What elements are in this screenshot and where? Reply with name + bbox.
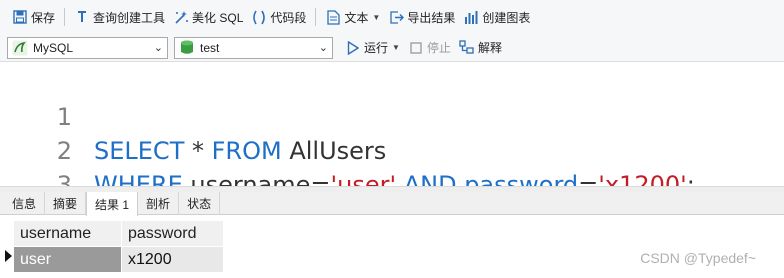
database-icon xyxy=(179,40,195,56)
tab-profile[interactable]: 剖析 xyxy=(138,192,180,215)
beautify-sql-button[interactable]: 美化 SQL xyxy=(169,5,247,29)
editor-line: 1 SELECT * FROM AllUsers xyxy=(0,66,784,165)
toolbar-divider xyxy=(64,8,66,26)
code-snippet-label: 代码段 xyxy=(270,10,307,25)
save-label: 保存 xyxy=(31,10,56,25)
chevron-down-icon: ⌄ xyxy=(318,41,328,54)
table-cell-password[interactable]: x1200 xyxy=(122,247,224,272)
chevron-down-icon: ▼ xyxy=(392,43,400,52)
column-header-password[interactable]: password xyxy=(122,221,224,246)
explain-label: 解释 xyxy=(477,41,502,55)
beautify-sql-label: 美化 SQL xyxy=(192,10,244,25)
export-icon xyxy=(388,9,404,25)
editor-line: 2 WHERE username='user' AND password='x1… xyxy=(0,100,784,199)
chevron-down-icon: ⌄ xyxy=(153,41,163,54)
sql-editor[interactable]: 1 SELECT * FROM AllUsers 2 WHERE usernam… xyxy=(0,63,784,199)
watermark: CSDN @Typedef~ xyxy=(640,250,756,266)
toolbar-divider xyxy=(315,8,317,26)
code-snippet-button[interactable]: 代码段 xyxy=(247,5,310,29)
stop-button[interactable]: 停止 xyxy=(404,39,455,56)
run-button[interactable]: 运行 ▼ xyxy=(341,39,404,56)
table-cell-username[interactable]: user xyxy=(14,247,122,272)
connection-select[interactable]: MySQL ⌄ xyxy=(7,36,168,59)
run-label: 运行 xyxy=(364,41,389,55)
document-icon xyxy=(325,9,341,25)
chart-icon xyxy=(463,9,479,25)
text-button[interactable]: 文本 ▼ xyxy=(321,5,384,29)
export-results-label: 导出结果 xyxy=(407,10,456,25)
stop-icon xyxy=(408,40,424,56)
query-builder-icon xyxy=(74,9,90,25)
text-label: 文本 xyxy=(344,10,369,25)
export-results-button[interactable]: 导出结果 xyxy=(384,5,459,29)
column-header-username[interactable]: username xyxy=(14,221,122,246)
tab-status[interactable]: 状态 xyxy=(179,192,221,215)
result-tabs: 信息 摘要 结果 1 剖析 状态 xyxy=(0,192,784,216)
explain-button[interactable]: 解释 xyxy=(455,39,506,56)
save-button[interactable]: 保存 xyxy=(8,5,59,29)
tab-summary[interactable]: 摘要 xyxy=(45,192,87,215)
connection-toolbar: MySQL ⌄ test ⌄ 运行 ▼ 停止 解释 xyxy=(0,34,784,62)
magic-wand-icon xyxy=(173,9,189,25)
database-value: test xyxy=(200,40,220,55)
main-toolbar: 保存 查询创建工具 美化 SQL 代码段 文本 ▼ 导出结果 创建图表 xyxy=(0,0,784,34)
tab-result-1[interactable]: 结果 1 xyxy=(86,192,139,216)
tab-info[interactable]: 信息 xyxy=(4,192,46,215)
create-chart-button[interactable]: 创建图表 xyxy=(459,5,534,29)
current-row-indicator-icon xyxy=(5,250,12,262)
stop-label: 停止 xyxy=(426,41,451,55)
create-chart-label: 创建图表 xyxy=(482,10,531,25)
mysql-icon xyxy=(12,40,28,56)
database-select[interactable]: test ⌄ xyxy=(174,36,333,59)
query-builder-button[interactable]: 查询创建工具 xyxy=(70,5,169,29)
explain-icon xyxy=(459,40,475,56)
parentheses-icon xyxy=(251,9,267,25)
connection-value: MySQL xyxy=(33,40,74,55)
editor-line: 3 xyxy=(0,134,784,199)
query-builder-label: 查询创建工具 xyxy=(93,10,166,25)
save-icon xyxy=(12,9,28,25)
chevron-down-icon: ▼ xyxy=(372,12,381,22)
play-icon xyxy=(345,40,361,56)
